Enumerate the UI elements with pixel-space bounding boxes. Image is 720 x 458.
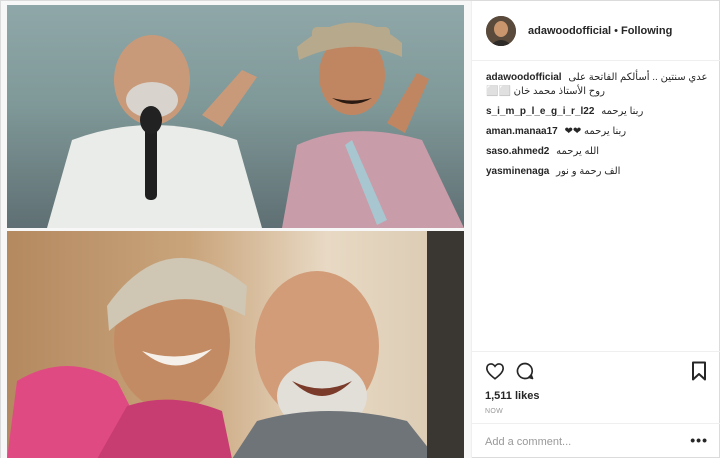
bookmark-icon[interactable] xyxy=(688,360,710,382)
header-username[interactable]: adawoodofficial xyxy=(528,25,611,37)
comment-text: الف رحمة و نور xyxy=(556,166,621,177)
post-header: adawoodofficial • Following xyxy=(472,1,720,61)
comment-item: yasminenaga الف رحمة و نور xyxy=(486,165,708,179)
photo-bottom xyxy=(7,231,464,458)
comment-text: الله يرحمه xyxy=(556,146,600,157)
header-text: adawoodofficial • Following xyxy=(528,25,672,37)
comment-username[interactable]: s_i_m_p_l_e_g_i_r_l22 xyxy=(486,106,594,117)
photo-top xyxy=(7,5,464,228)
post-media[interactable] xyxy=(1,1,471,458)
post-sidebar: adawoodofficial • Following adawoodofficia… xyxy=(471,1,720,458)
comment-item: aman.manaa17 ربنا يرحمه ❤❤ xyxy=(486,125,708,139)
post-timestamp[interactable]: NOW xyxy=(485,408,503,415)
add-comment-input[interactable] xyxy=(485,433,665,451)
following-button[interactable]: Following xyxy=(621,25,672,37)
comment-username[interactable]: saso.ahmed2 xyxy=(486,146,549,157)
likes-count[interactable]: 1,511 likes xyxy=(485,390,539,402)
comments-list: adawoodofficial عدي سنتين .. أسألكم الفا… xyxy=(486,71,708,185)
comment-item: s_i_m_p_l_e_g_i_r_l22 ربنا يرحمه xyxy=(486,105,708,119)
comment-text: ربنا يرحمه xyxy=(601,106,644,117)
action-icons xyxy=(484,360,710,384)
comment-text: ربنا يرحمه ❤❤ xyxy=(564,126,627,137)
separator-dot: • xyxy=(614,24,618,37)
comment-bubble-icon[interactable] xyxy=(514,360,536,382)
comment-username[interactable]: aman.manaa17 xyxy=(486,126,558,137)
comment-item: saso.ahmed2 الله يرحمه xyxy=(486,145,708,159)
caption: adawoodofficial عدي سنتين .. أسألكم الفا… xyxy=(486,71,708,99)
heart-icon[interactable] xyxy=(484,360,506,382)
comment-username[interactable]: yasminenaga xyxy=(486,166,549,177)
instagram-post: adawoodofficial • Following adawoodofficia… xyxy=(0,0,720,458)
more-options-icon[interactable]: ••• xyxy=(690,433,708,447)
caption-username[interactable]: adawoodofficial xyxy=(486,72,562,83)
add-comment-bar: ••• xyxy=(472,423,720,458)
avatar[interactable] xyxy=(486,15,516,46)
